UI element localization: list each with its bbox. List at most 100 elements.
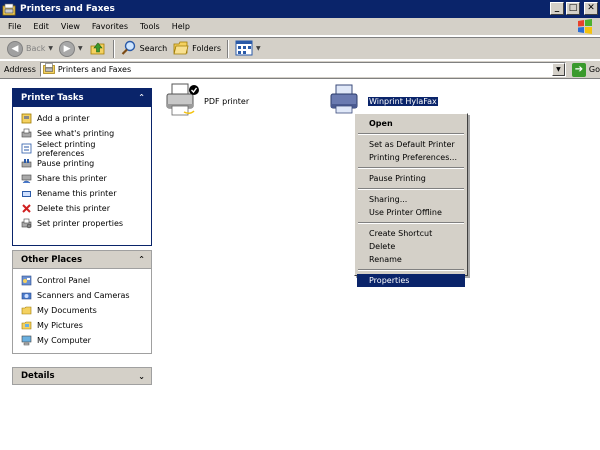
minimize-icon: _ [554, 3, 560, 13]
collapse-chevron-icon[interactable]: ⌃ [138, 93, 145, 102]
menu-tools[interactable]: Tools [134, 22, 166, 31]
printer-icon [164, 82, 200, 120]
task-label: Rename this printer [37, 189, 117, 198]
task-set-properties[interactable]: Set printer properties [21, 216, 145, 231]
place-my-computer[interactable]: My Computer [21, 333, 145, 348]
control-panel-icon [21, 275, 32, 286]
chevron-down-icon: ▼ [78, 45, 83, 52]
minimize-button[interactable]: _ [550, 2, 564, 15]
place-label: My Computer [37, 336, 91, 345]
menu-favorites[interactable]: Favorites [86, 22, 134, 31]
menu-item-rename[interactable]: Rename [357, 253, 465, 266]
printer-tasks-header[interactable]: Printer Tasks ⌃ [13, 89, 151, 107]
menu-item-open[interactable]: Open [357, 116, 465, 130]
place-my-pictures[interactable]: My Pictures [21, 318, 145, 333]
place-control-panel[interactable]: Control Panel [21, 273, 145, 288]
menu-item-use-offline[interactable]: Use Printer Offline [357, 206, 465, 219]
folders-button[interactable]: Folders [170, 39, 224, 59]
task-add-printer[interactable]: Add a printer [21, 111, 145, 126]
other-places-header[interactable]: Other Places ⌃ [13, 251, 151, 269]
search-button[interactable]: Search [118, 39, 170, 59]
menu-item-create-shortcut[interactable]: Create Shortcut [357, 227, 465, 240]
back-arrow-icon: ◀ [7, 40, 23, 57]
printer-folder-icon [2, 3, 16, 16]
properties-icon [21, 218, 32, 229]
place-my-documents[interactable]: My Documents [21, 303, 145, 318]
address-field[interactable]: Printers and Faxes ▼ [39, 62, 566, 77]
menu-separator [358, 133, 464, 135]
menu-separator [358, 222, 464, 224]
views-icon [235, 40, 253, 58]
folders-label: Folders [192, 44, 222, 53]
folder-icon [21, 305, 32, 316]
printer-folder-icon [43, 63, 55, 76]
expand-chevron-icon[interactable]: ⌄ [138, 372, 145, 381]
context-menu: Open Set as Default Printer Printing Pre… [354, 113, 468, 287]
views-button[interactable]: ▼ [232, 39, 264, 59]
forward-arrow-icon: ▶ [59, 40, 76, 57]
menu-view[interactable]: View [55, 22, 86, 31]
go-arrow-icon: ➔ [571, 62, 586, 77]
close-button[interactable]: ✕ [584, 2, 598, 15]
up-folder-button[interactable] [86, 39, 110, 59]
menu-item-sharing[interactable]: Sharing... [357, 193, 465, 206]
place-label: My Documents [37, 306, 97, 315]
folders-icon [173, 40, 189, 58]
go-label: Go [588, 65, 600, 74]
task-pause-printing[interactable]: Pause printing [21, 156, 145, 171]
search-label: Search [139, 44, 168, 53]
preferences-icon [21, 143, 32, 154]
scanner-icon [21, 290, 32, 301]
place-scanners-cameras[interactable]: Scanners and Cameras [21, 288, 145, 303]
menu-item-set-default[interactable]: Set as Default Printer [357, 138, 465, 151]
task-label: Pause printing [37, 159, 95, 168]
printer-tasks-panel: Printer Tasks ⌃ Add a printer See what's… [12, 88, 152, 246]
forward-button[interactable]: ▶ ▼ [56, 39, 86, 59]
details-title: Details [21, 371, 55, 381]
task-label: Set printer properties [37, 219, 124, 228]
menu-help[interactable]: Help [166, 22, 196, 31]
title-bar[interactable]: Printers and Faxes _ □ ✕ [0, 0, 600, 18]
toolbar-separator [112, 39, 115, 58]
chevron-down-icon: ▼ [256, 45, 261, 52]
go-button[interactable]: ➔ Go [571, 62, 600, 77]
back-button[interactable]: ◀ Back ▼ [4, 39, 56, 59]
chevron-down-icon: ▼ [48, 45, 54, 52]
chevron-down-icon: ▼ [556, 66, 561, 73]
menu-edit[interactable]: Edit [27, 22, 55, 31]
task-label: Share this printer [37, 174, 107, 183]
folder-icon [21, 320, 32, 331]
maximize-icon: □ [568, 3, 578, 13]
menu-file[interactable]: File [2, 22, 27, 31]
details-header[interactable]: Details ⌄ [13, 368, 151, 384]
up-folder-icon [89, 39, 107, 59]
printer-name: PDF printer [204, 96, 250, 106]
task-share-printer[interactable]: Share this printer [21, 171, 145, 186]
task-label: Select printing preferences [37, 139, 96, 158]
computer-icon [21, 335, 32, 346]
delete-icon [21, 203, 32, 214]
address-label: Address [4, 65, 36, 74]
menu-item-properties[interactable]: Properties [357, 274, 465, 287]
rename-icon [21, 188, 32, 199]
place-label: My Pictures [37, 321, 83, 330]
print-queue-icon [21, 128, 32, 139]
menu-item-pause-printing[interactable]: Pause Printing [357, 172, 465, 185]
printer-item-pdf[interactable]: PDF printer [164, 82, 249, 120]
menu-item-delete[interactable]: Delete [357, 240, 465, 253]
collapse-chevron-icon[interactable]: ⌃ [138, 255, 145, 264]
task-label: See what's printing [37, 129, 115, 138]
search-icon [121, 40, 137, 58]
add-printer-icon [21, 113, 32, 124]
task-delete-printer[interactable]: Delete this printer [21, 201, 145, 216]
maximize-button[interactable]: □ [566, 2, 580, 15]
task-rename-printer[interactable]: Rename this printer [21, 186, 145, 201]
address-dropdown-button[interactable]: ▼ [551, 63, 565, 76]
back-label: Back [26, 44, 46, 53]
menu-separator [358, 269, 464, 271]
content-area: Printer Tasks ⌃ Add a printer See what's… [0, 80, 600, 450]
task-select-preferences[interactable]: Select printing preferences [21, 139, 145, 158]
menu-item-printing-preferences[interactable]: Printing Preferences... [357, 151, 465, 164]
window-title: Printers and Faxes [20, 4, 115, 14]
place-label: Scanners and Cameras [37, 291, 130, 300]
